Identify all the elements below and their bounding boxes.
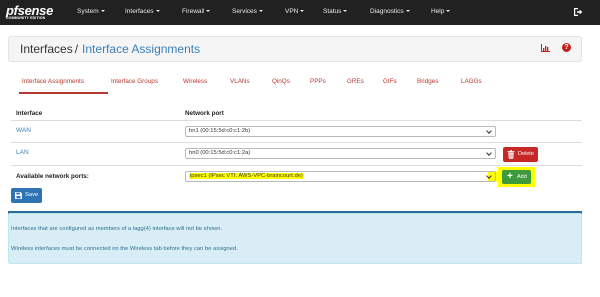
- nav-firewall[interactable]: Firewall: [182, 8, 211, 15]
- breadcrumb: Interfaces / Interface Assignments: [20, 42, 200, 56]
- tab-wireless[interactable]: Wireless: [183, 78, 207, 85]
- interface-link-lan[interactable]: LAN: [16, 149, 29, 156]
- tab-bridges[interactable]: Bridges: [417, 78, 438, 85]
- table-divider: [11, 120, 582, 121]
- nav-help-label: Help: [431, 8, 445, 15]
- info-text-wireless: Wireless interfaces must be connected on…: [11, 246, 238, 252]
- breadcrumb-panel: Interfaces / Interface Assignments: [8, 36, 582, 62]
- nav-services-label: Services: [232, 8, 257, 15]
- save-icon: [15, 192, 22, 199]
- network-port-value-lan: hn0 (00:15:5d:c0:c1:2a): [189, 150, 251, 156]
- chevron-down-icon: [486, 150, 492, 156]
- breadcrumb-separator: /: [74, 42, 79, 56]
- tab-gres[interactable]: GREs: [347, 78, 364, 85]
- nav-diagnostics[interactable]: Diagnostics: [370, 8, 410, 15]
- table-divider: [11, 165, 582, 166]
- caret-down-icon: [206, 10, 211, 12]
- tab-interface-groups[interactable]: Interface Groups: [111, 78, 158, 85]
- nav-status-label: Status: [323, 8, 342, 15]
- network-port-select-wan[interactable]: hn1 (00:15:5d:c0:c1:2b): [185, 126, 496, 137]
- caret-down-icon: [405, 10, 410, 12]
- top-navbar: pfsense COMMUNITY EDITION System Interfa…: [0, 0, 600, 25]
- tab-gifs[interactable]: GIFs: [383, 78, 397, 85]
- nav-services[interactable]: Services: [232, 8, 263, 15]
- tab-bar: Interface Assignments Interface Groups W…: [8, 71, 582, 95]
- caret-down-icon: [343, 10, 348, 12]
- delete-button-label: Delete: [518, 151, 534, 157]
- nav-system-label: System: [77, 8, 99, 15]
- interface-link-wan[interactable]: WAN: [16, 127, 31, 134]
- help-icon[interactable]: ?: [562, 43, 571, 52]
- trash-icon: [507, 150, 515, 159]
- pfsense-logo[interactable]: pfsense COMMUNITY EDITION: [6, 3, 58, 23]
- caret-down-icon: [446, 10, 451, 12]
- caret-down-icon: [155, 10, 160, 12]
- network-port-select-lan[interactable]: hn0 (00:15:5d:c0:c1:2a): [185, 148, 496, 159]
- tab-laggs[interactable]: LAGGs: [461, 78, 482, 85]
- bar-chart-icon[interactable]: [541, 44, 550, 52]
- tab-interface-assignments[interactable]: Interface Assignments: [22, 78, 84, 85]
- tab-qinqs[interactable]: QinQs: [272, 78, 290, 85]
- sign-out-icon[interactable]: [573, 7, 583, 17]
- breadcrumb-current[interactable]: Interface Assignments: [82, 42, 200, 56]
- nav-help[interactable]: Help: [431, 8, 451, 15]
- available-port-value: ipsec1 (IPsec VTI: AWS-VPC-braincourt.de…: [189, 173, 304, 179]
- save-button-label: Save: [25, 192, 39, 198]
- add-button-label: Add: [517, 174, 527, 180]
- logo-edition: COMMUNITY EDITION: [6, 16, 46, 20]
- nav-system[interactable]: System: [77, 8, 105, 15]
- nav-status[interactable]: Status: [323, 8, 348, 15]
- info-text-lagg: Interfaces that are configured as member…: [11, 226, 223, 232]
- nav-interfaces-label: Interfaces: [125, 8, 154, 15]
- column-header-network-port: Network port: [185, 110, 224, 117]
- available-port-select[interactable]: ipsec1 (IPsec VTI: AWS-VPC-braincourt.de…: [185, 171, 496, 182]
- nav-diagnostics-label: Diagnostics: [370, 8, 404, 15]
- save-button[interactable]: Save: [11, 188, 42, 203]
- delete-button[interactable]: Delete: [503, 147, 538, 162]
- table-divider: [11, 142, 582, 143]
- chevron-down-icon: [486, 173, 492, 179]
- info-alert: [8, 213, 582, 264]
- add-button[interactable]: + Add: [502, 170, 531, 184]
- nav-vpn-label: VPN: [285, 8, 299, 15]
- network-port-value-wan: hn1 (00:15:5d:c0:c1:2b): [189, 128, 251, 134]
- breadcrumb-parent[interactable]: Interfaces: [20, 42, 73, 56]
- nav-firewall-label: Firewall: [182, 8, 205, 15]
- chevron-down-icon: [486, 128, 492, 134]
- caret-down-icon: [100, 10, 105, 12]
- active-tab-indicator: [19, 92, 108, 94]
- plus-icon: +: [507, 171, 513, 182]
- caret-down-icon: [300, 10, 305, 12]
- caret-down-icon: [258, 10, 263, 12]
- tab-vlans[interactable]: VLANs: [230, 78, 250, 85]
- nav-vpn[interactable]: VPN: [285, 8, 305, 15]
- column-header-interface: Interface: [16, 110, 43, 117]
- available-ports-label: Available network ports:: [16, 173, 89, 180]
- tab-ppps[interactable]: PPPs: [310, 78, 326, 85]
- nav-interfaces[interactable]: Interfaces: [125, 8, 160, 15]
